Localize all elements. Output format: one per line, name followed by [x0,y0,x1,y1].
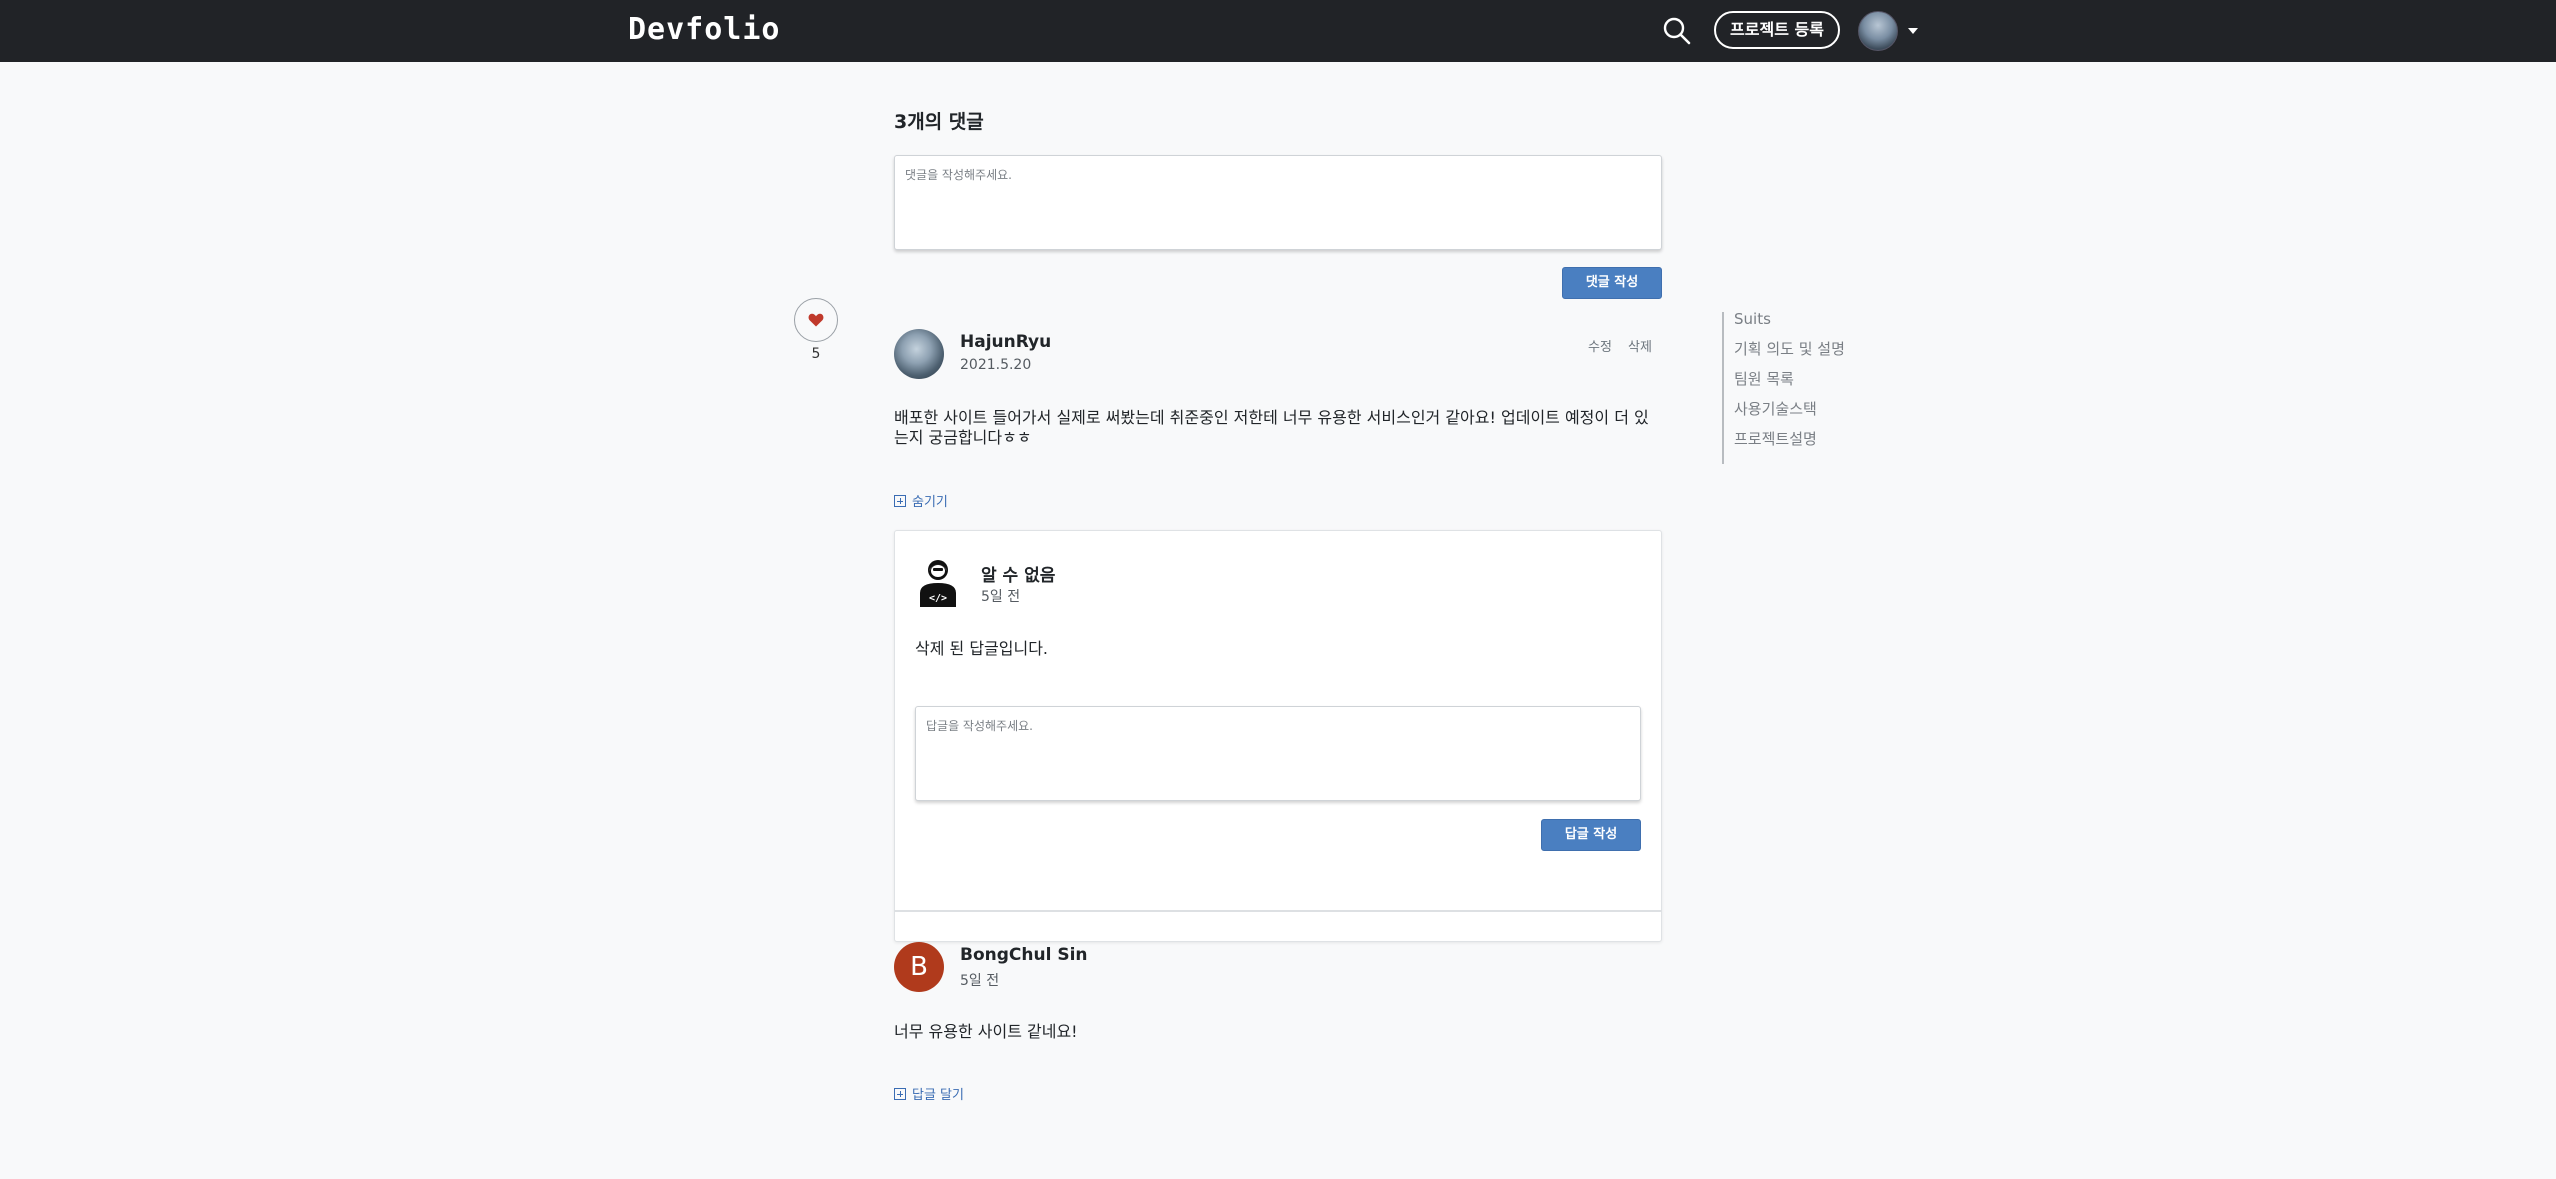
comment-author: BongChul Sin [960,945,1088,965]
avatar [894,329,944,379]
like-button[interactable] [794,298,838,342]
toc-item-team[interactable]: 팀원 목록 [1734,364,1872,394]
comment-author: HajunRyu [960,332,1052,352]
toc-item-project-description[interactable]: 프로젝트설명 [1734,424,1872,454]
plus-square-icon [894,1087,906,1100]
toggle-label: 숨기기 [912,495,948,510]
toc-item-tech-stack[interactable]: 사용기술스택 [1734,394,1872,424]
reply-body: 삭제 된 답글입니다. [915,639,1049,658]
user-menu[interactable] [1858,10,1928,52]
like-count: 5 [811,346,821,362]
register-project-button[interactable]: 프로젝트 등록 [1714,11,1840,49]
top-navbar: Devfolio 프로젝트 등록 [0,0,2556,62]
comment-body: 배포한 사이트 들어가서 실제로 써봤는데 취준중인 저한테 너무 유용한 서비… [894,408,1649,447]
developer-avatar-icon: </> [920,560,956,607]
toggle-label: 답글 달기 [912,1088,964,1103]
reply-input[interactable] [915,706,1641,801]
avatar: B [894,942,944,992]
comment-count-heading: 3개의 댓글 [894,111,984,133]
caret-down-icon [1908,28,1918,34]
reply-author: 알 수 없음 [981,566,1056,586]
devfolio-logo[interactable]: Devfolio [628,10,781,50]
search-icon [1663,17,1691,45]
comment-date: 2021.5.20 [960,357,1032,373]
submit-comment-button[interactable]: 댓글 작성 [1562,267,1662,299]
table-of-contents: Suits 기획 의도 및 설명 팀원 목록 사용기술스택 프로젝트설명 [1722,310,1872,464]
toc-item-planning[interactable]: 기획 의도 및 설명 [1734,334,1872,364]
comment-input[interactable] [894,155,1662,250]
svg-text:</>: </> [929,593,947,604]
reply-date: 5일 전 [981,589,1021,605]
comment-divider [894,910,1662,912]
toc-item-suits[interactable]: Suits [1734,304,1872,334]
plus-square-icon [894,494,906,507]
heart-icon [808,313,824,327]
search-button[interactable] [1660,14,1694,48]
add-reply-toggle[interactable]: 답글 달기 [894,1084,964,1103]
delete-comment-link[interactable]: 삭제 [1628,336,1652,355]
hide-replies-toggle[interactable]: 숨기기 [894,491,948,510]
comment-date: 5일 전 [960,973,1000,989]
submit-reply-button[interactable]: 답글 작성 [1541,819,1641,851]
reply-card: </> 알 수 없음 5일 전 삭제 된 답글입니다. 답글 작성 [894,530,1662,942]
comment-body: 너무 유용한 사이트 같네요! [894,1022,1078,1041]
edit-comment-link[interactable]: 수정 [1588,336,1612,355]
avatar [1858,11,1898,51]
